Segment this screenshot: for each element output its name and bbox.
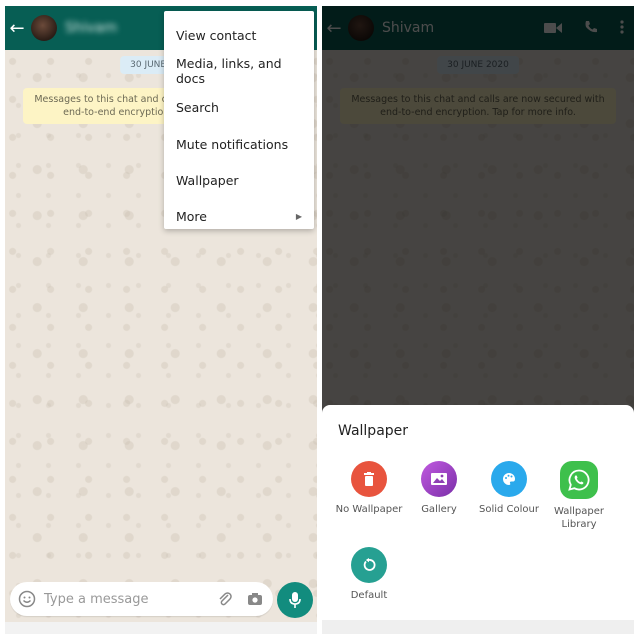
option-solid-colour[interactable]: Solid Colour	[474, 461, 544, 516]
menu-item-more[interactable]: More ▶	[164, 198, 314, 234]
message-input-bar: Type a message	[10, 582, 273, 616]
menu-item-wallpaper[interactable]: Wallpaper	[164, 162, 314, 198]
whatsapp-icon	[560, 461, 598, 499]
message-input[interactable]: Type a message	[44, 592, 217, 607]
sheet-title: Wallpaper	[338, 423, 409, 439]
option-label: Solid Colour	[479, 504, 539, 515]
mic-button[interactable]	[277, 582, 313, 618]
image-icon	[421, 461, 457, 497]
system-nav-bar	[5, 622, 317, 634]
menu-item-label: Search	[176, 100, 219, 116]
menu-item-mute[interactable]: Mute notifications	[164, 126, 314, 162]
menu-item-media[interactable]: Media, links, and docs	[164, 53, 314, 89]
reset-icon	[351, 547, 387, 583]
emoji-icon[interactable]	[18, 590, 36, 608]
option-label: Gallery	[421, 504, 457, 515]
avatar[interactable]	[31, 15, 57, 41]
option-no-wallpaper[interactable]: No Wallpaper	[334, 461, 404, 516]
attach-icon[interactable]	[217, 591, 233, 607]
option-default[interactable]: Default	[334, 547, 404, 602]
menu-item-search[interactable]: Search	[164, 90, 314, 126]
menu-item-label: Mute notifications	[176, 136, 289, 152]
camera-icon[interactable]	[247, 592, 263, 606]
chat-screen-wallpaper-sheet: ← Shivam 30 JUNE 2020 Messages to this c…	[322, 6, 634, 634]
option-label: Default	[350, 590, 388, 601]
chat-screen-menu-open: ← Shivam 30 JUNE 2020 Messages to this c…	[5, 6, 317, 634]
wallpaper-bottom-sheet: Wallpaper No Wallpaper Gallery Solid Col…	[322, 405, 634, 634]
option-gallery[interactable]: Gallery	[404, 461, 474, 516]
menu-item-view-contact[interactable]: View contact	[164, 17, 314, 53]
menu-item-label: Media, links, and docs	[176, 56, 282, 87]
option-label: No Wallpaper	[335, 504, 403, 515]
system-nav-bar	[322, 620, 634, 634]
trash-icon	[351, 461, 387, 497]
palette-icon	[491, 461, 527, 497]
option-wallpaper-library[interactable]: Wallpaper Library	[544, 461, 614, 531]
menu-item-label: View contact	[176, 27, 257, 43]
overflow-menu: View contact Media, links, and docs Sear…	[164, 11, 314, 229]
arrow-right-icon: ▶	[295, 212, 302, 222]
mic-icon	[289, 592, 301, 608]
contact-name[interactable]: Shivam	[65, 20, 117, 36]
menu-item-label: More	[176, 209, 207, 225]
back-arrow-icon[interactable]: ←	[5, 18, 29, 39]
option-label: Wallpaper Library	[553, 506, 605, 530]
menu-item-label: Wallpaper	[176, 172, 239, 188]
